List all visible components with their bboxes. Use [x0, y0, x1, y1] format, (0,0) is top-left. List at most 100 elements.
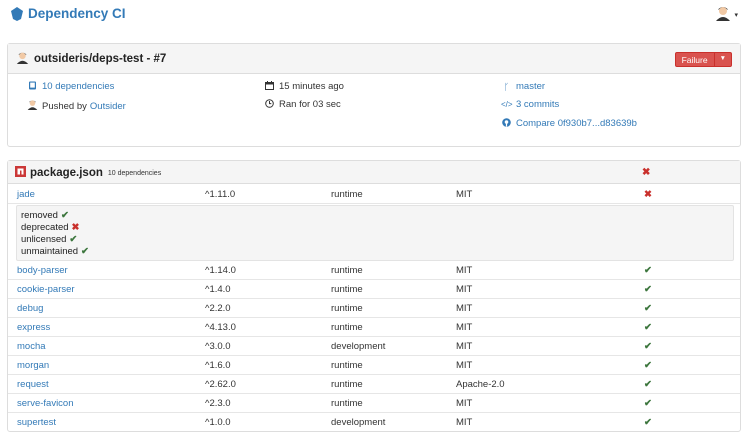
- dependency-license: MIT: [456, 265, 473, 276]
- chevron-down-icon[interactable]: ▼: [713, 53, 731, 66]
- dependency-version: ^2.62.0: [205, 379, 236, 390]
- user-avatar-icon[interactable]: [715, 5, 732, 24]
- dependency-link[interactable]: supertest: [17, 417, 56, 428]
- dependency-license: MIT: [456, 284, 473, 295]
- dependency-version: ^1.14.0: [205, 265, 236, 276]
- dependency-scope: runtime: [331, 360, 363, 371]
- check-icon: ✔: [60, 210, 69, 221]
- code-icon: </>: [501, 100, 513, 109]
- dependency-version: ^1.0.0: [205, 417, 231, 428]
- clock-icon: [264, 99, 275, 110]
- table-row: mocha ^3.0.0 development MIT ✔: [8, 337, 740, 356]
- time-info: 15 minutes ago: [264, 81, 344, 92]
- table-row: jade ^1.11.0 runtime MIT ✖: [8, 185, 740, 204]
- dependency-license: MIT: [456, 303, 473, 314]
- dependency-scope: development: [331, 341, 386, 352]
- detail-label: removed: [21, 210, 58, 221]
- commits-info: </> 3 commits: [501, 99, 559, 110]
- check-icon: ✔: [644, 303, 652, 314]
- dependency-link[interactable]: morgan: [17, 360, 49, 371]
- dependency-link[interactable]: serve-favicon: [17, 398, 74, 409]
- avatar: [16, 51, 29, 67]
- check-icon: ✔: [644, 341, 652, 352]
- dependency-link[interactable]: express: [17, 322, 50, 333]
- pusher-info: Pushed by Outsider: [27, 99, 126, 113]
- user-menu[interactable]: ▾: [715, 5, 738, 24]
- dependency-license: MIT: [456, 360, 473, 371]
- build-title: outsideris/deps-test - #7: [34, 53, 167, 65]
- detail-deprecated: deprecated ✖: [21, 222, 80, 233]
- dependency-version: ^3.0.0: [205, 341, 231, 352]
- chevron-down-icon[interactable]: ▾: [734, 11, 738, 19]
- brand-title[interactable]: Dependency CI: [28, 6, 126, 21]
- book-icon: [27, 81, 38, 92]
- check-icon: ✔: [644, 284, 652, 295]
- calendar-icon: [264, 81, 275, 92]
- package-panel: package.json 10 dependencies ✖ jade ^1.1…: [7, 160, 741, 432]
- time-ago: 15 minutes ago: [279, 81, 344, 92]
- avatar: [27, 99, 38, 113]
- detail-unlicensed: unlicensed ✔: [21, 234, 77, 245]
- branch-icon: ᚴ: [503, 81, 510, 92]
- dependency-scope: runtime: [331, 303, 363, 314]
- table-row: cookie-parser ^1.4.0 runtime MIT ✔: [8, 280, 740, 299]
- failure-label[interactable]: Failure: [676, 53, 714, 66]
- failure-status-button[interactable]: Failure ▼: [674, 52, 732, 67]
- check-icon: ✔: [69, 234, 78, 245]
- dependency-link[interactable]: debug: [17, 303, 43, 314]
- check-icon: ✔: [644, 379, 652, 390]
- table-row: request ^2.62.0 runtime Apache-2.0 ✔: [8, 375, 740, 394]
- dependency-version: ^2.2.0: [205, 303, 231, 314]
- build-panel-header: outsideris/deps-test - #7 Failure ▼: [8, 44, 740, 74]
- dependency-version: ^4.13.0: [205, 322, 236, 333]
- dependency-link[interactable]: mocha: [17, 341, 46, 352]
- package-panel-header: package.json 10 dependencies ✖: [8, 161, 740, 184]
- cross-icon: ✖: [71, 222, 80, 233]
- check-icon: ✔: [644, 398, 652, 409]
- brand-link[interactable]: Dependency CI: [11, 6, 126, 21]
- dependency-version: ^1.6.0: [205, 360, 231, 371]
- compare-link[interactable]: Compare 0f930b7...d83639b: [516, 118, 637, 129]
- pushed-by-label: Pushed by: [42, 100, 87, 112]
- package-name: package.json: [30, 167, 103, 179]
- repo-heading: outsideris/deps-test - #7: [16, 51, 166, 67]
- build-panel: outsideris/deps-test - #7 Failure ▼ 10 d…: [7, 43, 741, 147]
- failure-icon: ✖: [642, 167, 651, 178]
- dependencies-info: 10 dependencies: [27, 81, 114, 92]
- detail-removed: removed ✔: [21, 210, 69, 221]
- dependency-license: MIT: [456, 189, 473, 200]
- duration: Ran for 03 sec: [279, 99, 341, 110]
- commits-link[interactable]: 3 commits: [516, 99, 559, 110]
- check-icon: ✔: [644, 417, 652, 428]
- dependency-details: removed ✔ deprecated ✖ unlicensed ✔ unmaint…: [16, 205, 734, 261]
- dependency-version: ^1.4.0: [205, 284, 231, 295]
- npm-icon: [15, 166, 26, 180]
- check-icon: ✔: [81, 246, 90, 257]
- dependency-link[interactable]: jade: [17, 189, 35, 200]
- detail-unmaintained: unmaintained ✔: [21, 246, 89, 257]
- dependency-scope: runtime: [331, 322, 363, 333]
- dependencies-link[interactable]: 10 dependencies: [42, 81, 114, 92]
- table-row: debug ^2.2.0 runtime MIT ✔: [8, 299, 740, 318]
- detail-label: unmaintained: [21, 246, 79, 257]
- dependency-link[interactable]: cookie-parser: [17, 284, 75, 295]
- dependency-license: MIT: [456, 417, 473, 428]
- pusher-link[interactable]: Outsider: [90, 101, 126, 112]
- package-count: 10 dependencies: [107, 169, 162, 177]
- table-row: body-parser ^1.14.0 runtime MIT ✔: [8, 261, 740, 280]
- dependency-scope: runtime: [331, 265, 363, 276]
- top-navbar: Dependency CI ▾: [0, 0, 750, 32]
- dependency-scope: runtime: [331, 284, 363, 295]
- dependency-license: MIT: [456, 322, 473, 333]
- detail-label: unlicensed: [21, 234, 67, 245]
- compare-info: Compare 0f930b7...d83639b: [501, 118, 637, 129]
- dependency-version: ^2.3.0: [205, 398, 231, 409]
- table-row: morgan ^1.6.0 runtime MIT ✔: [8, 356, 740, 375]
- dependency-link[interactable]: request: [17, 379, 49, 390]
- github-icon: [501, 118, 512, 129]
- table-row: express ^4.13.0 runtime MIT ✔: [8, 318, 740, 337]
- dependency-scope: runtime: [331, 189, 363, 200]
- shield-icon: [11, 6, 23, 21]
- branch-link[interactable]: master: [516, 81, 545, 92]
- dependency-link[interactable]: body-parser: [17, 265, 68, 276]
